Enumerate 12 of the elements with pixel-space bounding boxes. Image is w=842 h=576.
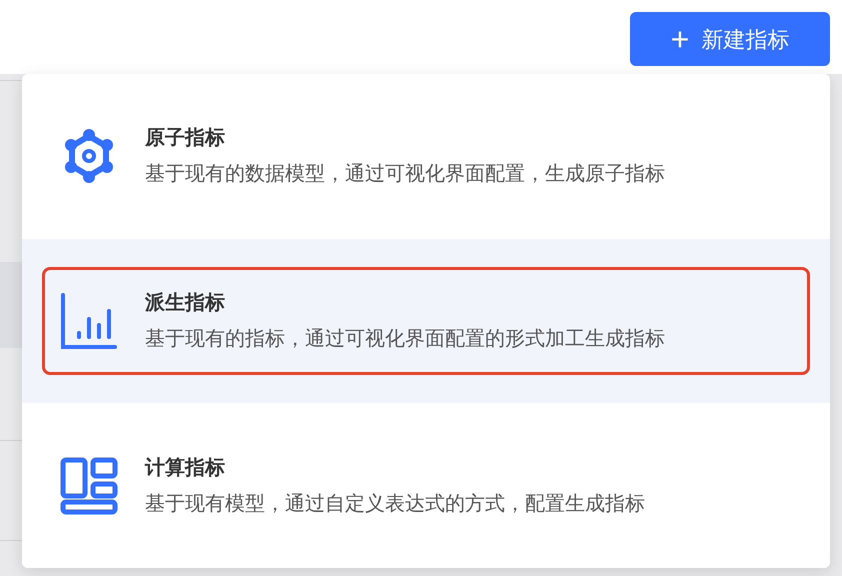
metric-description: 基于现有的指标，通过可视化界面配置的形式加工生成指标 (145, 327, 665, 352)
bar-chart-icon (59, 291, 119, 351)
metric-title: 计算指标 (145, 456, 226, 481)
metric-title: 原子指标 (145, 126, 226, 152)
menu-item[interactable]: 原子指标 基于现有的数据模型，通过可视化界面配置，生成原子指标 (22, 74, 830, 239)
new-metric-button[interactable]: + 新建指标 (630, 12, 830, 66)
dashboard-layout-icon (59, 456, 119, 516)
menu-item[interactable]: 计算指标 基于现有模型，通过自定义表达式的方式，配置生成指标 (22, 403, 830, 568)
menu-item[interactable]: 派生指标 基于现有的指标，通过可视化界面配置的形式加工生成指标 (22, 238, 830, 404)
metric-description: 基于现有的数据模型，通过可视化界面配置，生成原子指标 (145, 162, 665, 188)
metric-title: 派生指标 (145, 291, 226, 316)
metric-description: 基于现有模型，通过自定义表达式的方式，配置生成指标 (145, 492, 645, 517)
